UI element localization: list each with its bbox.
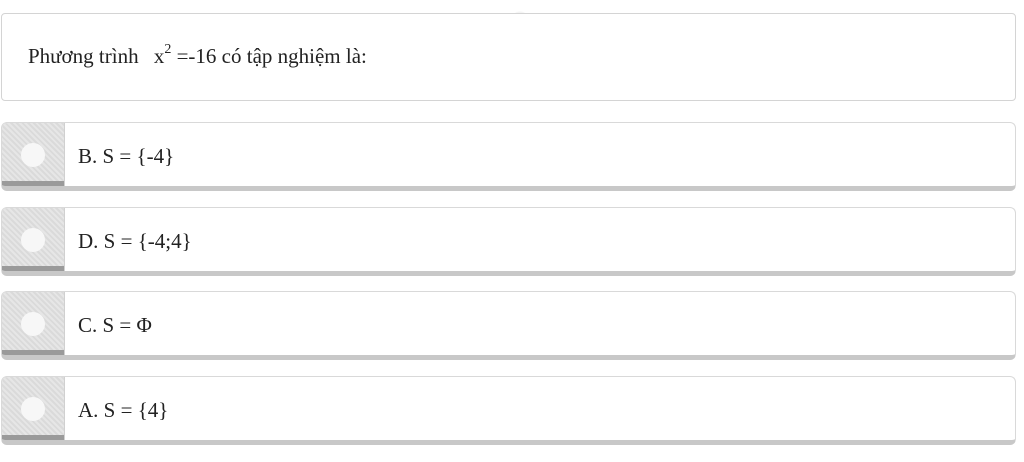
option-label: B. S = {-4} — [78, 144, 175, 168]
option-label: C. S = Φ — [78, 313, 152, 337]
option-radio-area[interactable] — [2, 208, 65, 271]
quiz-page: Phương trình x2 =-16 có tập nghiệm là: B… — [0, 0, 1024, 462]
option-radio-area[interactable] — [2, 123, 65, 186]
option-radio-area[interactable] — [2, 292, 65, 355]
option-label: A. S = {4} — [78, 398, 169, 422]
equation-base: x — [153, 44, 165, 68]
answer-option-b[interactable]: B. S = {-4} — [1, 122, 1016, 191]
answer-option-d[interactable]: D. S = {-4;4} — [1, 207, 1016, 276]
radio-button-icon[interactable] — [21, 312, 45, 336]
answer-option-a[interactable]: A. S = {4} — [1, 376, 1016, 445]
question-suffix: =-16 có tập nghiệm là: — [176, 44, 367, 68]
option-label: D. S = {-4;4} — [78, 229, 192, 253]
question-prefix: Phương trình — [28, 44, 139, 68]
option-radio-area[interactable] — [2, 377, 65, 440]
equation-exponent: 2 — [164, 42, 172, 57]
radio-button-icon[interactable] — [21, 397, 45, 421]
question-card: Phương trình x2 =-16 có tập nghiệm là: — [1, 13, 1016, 101]
question-equation: x2 =-16 có tập nghiệm là: — [153, 42, 367, 68]
radio-button-icon[interactable] — [21, 228, 45, 252]
radio-button-icon[interactable] — [21, 143, 45, 167]
answer-option-c[interactable]: C. S = Φ — [1, 291, 1016, 360]
question-text: Phương trình x2 =-16 có tập nghiệm là: — [28, 42, 367, 69]
